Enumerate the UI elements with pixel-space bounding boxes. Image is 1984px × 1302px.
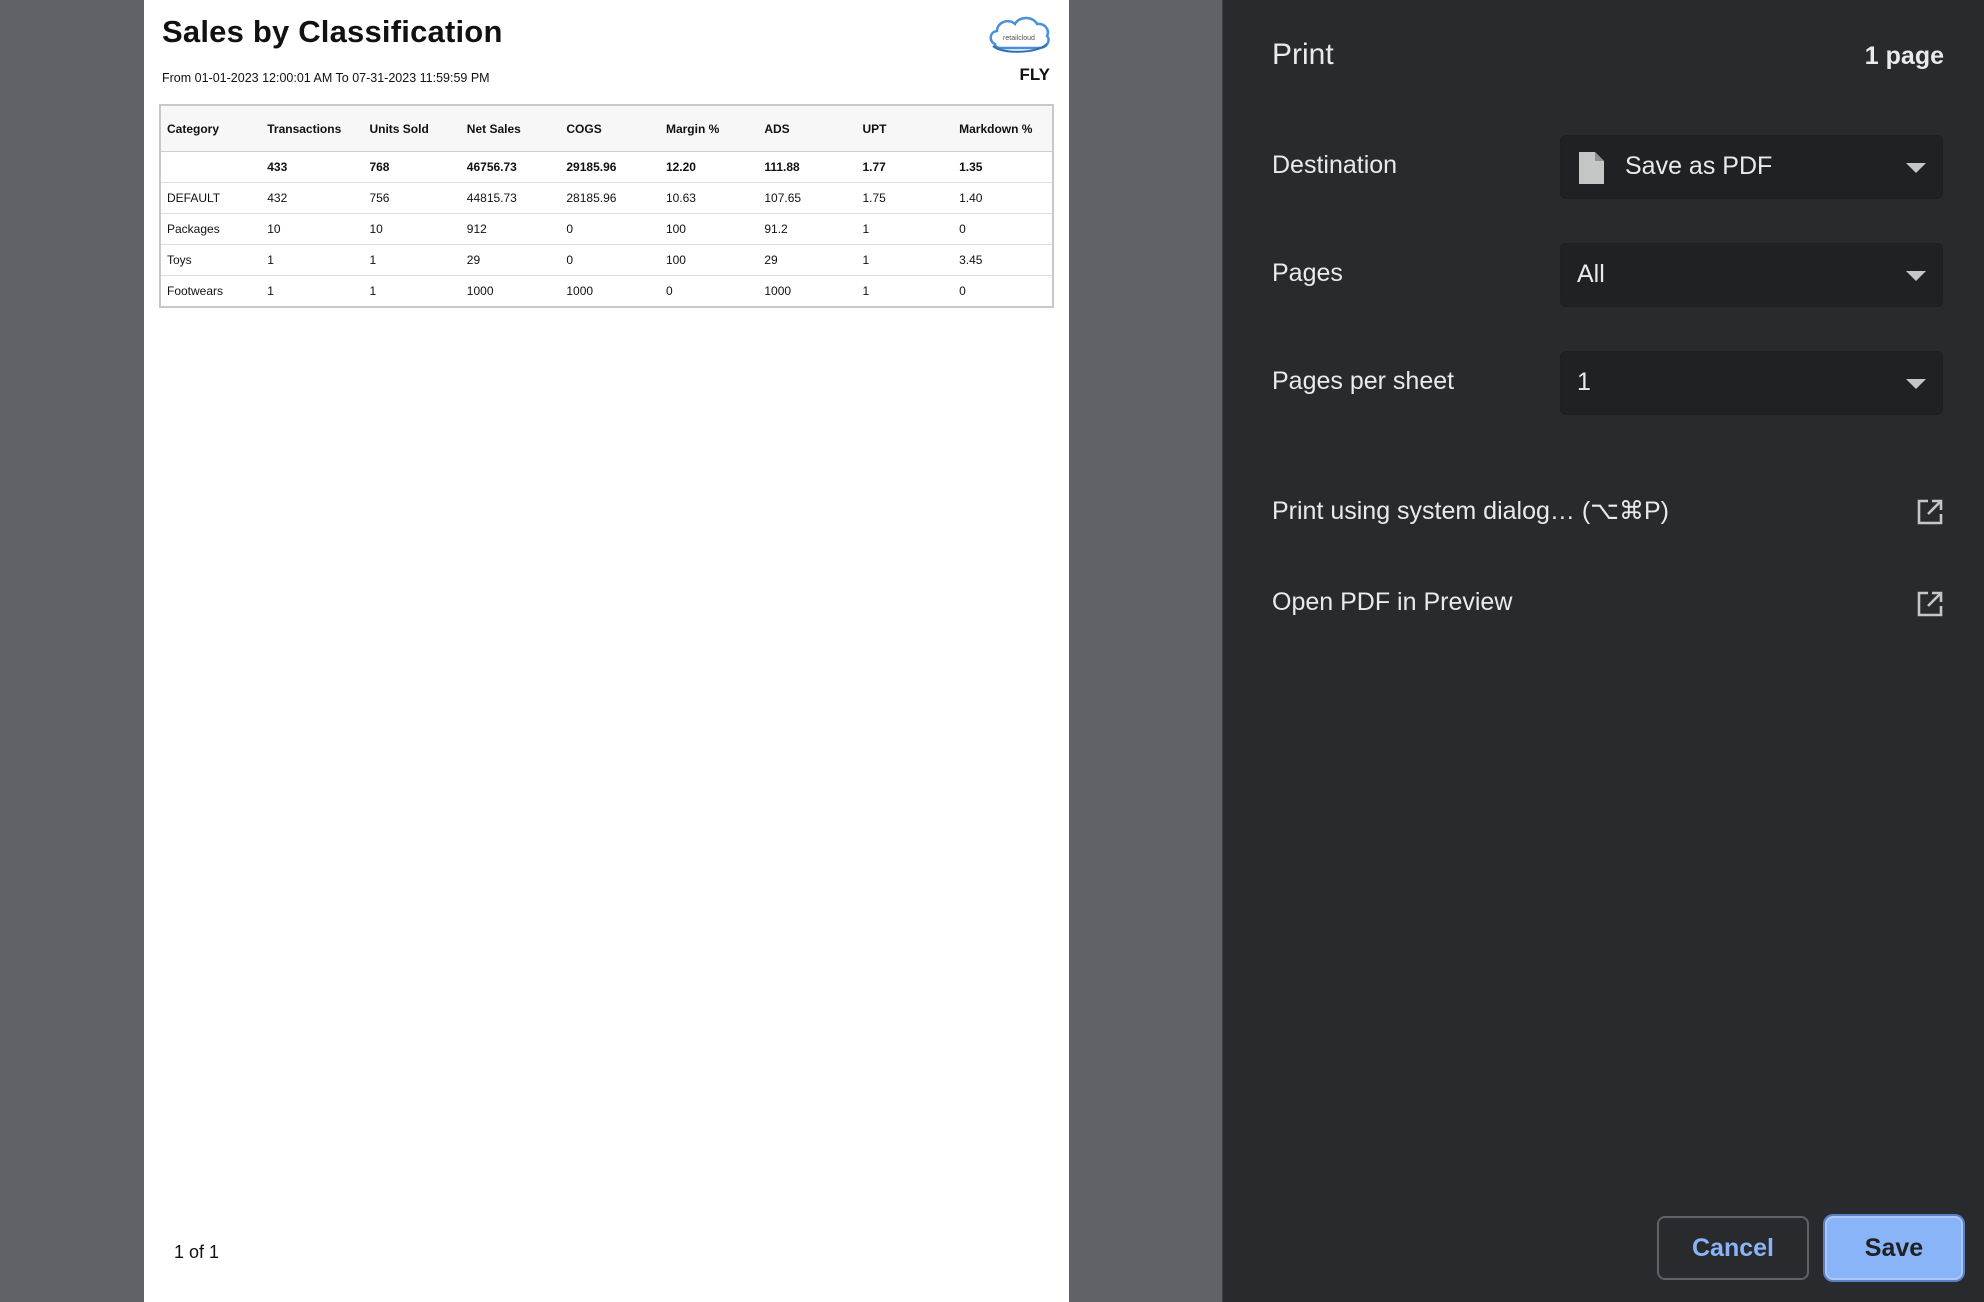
open-pdf-label: Open PDF in Preview	[1272, 588, 1513, 616]
table-cell: 46756.73	[460, 151, 561, 183]
table-cell: 44815.73	[460, 182, 561, 214]
column-header: COGS	[560, 105, 660, 152]
open-pdf-preview-link[interactable]: Open PDF in Preview	[1272, 582, 1944, 626]
store-name: FLY	[1019, 65, 1050, 84]
pages-per-sheet-label: Pages per sheet	[1272, 367, 1455, 395]
table-cell: 433	[261, 151, 364, 183]
table-cell: 12.20	[659, 151, 759, 183]
table-cell: 107.65	[758, 182, 857, 214]
print-preview-area: Sales by Classification From 01-01-2023 …	[0, 0, 1222, 1302]
table-cell: 0	[659, 275, 759, 308]
pages-select[interactable]: All	[1560, 243, 1943, 307]
table-cell: 1	[261, 244, 364, 276]
report-table: Category Transactions Units Sold Net Sales C…	[159, 104, 1054, 308]
table-cell: 29	[460, 244, 561, 276]
table-cell: 1	[261, 275, 364, 308]
table-cell: 1000	[758, 275, 857, 308]
table-cell: 111.88	[758, 151, 857, 183]
table-cell: Toys	[160, 244, 262, 276]
table-cell: 100	[659, 244, 759, 276]
column-header: UPT	[856, 105, 954, 152]
table-cell: 1.75	[856, 182, 954, 214]
table-cell: 28185.96	[560, 182, 660, 214]
chevron-down-icon	[1906, 163, 1926, 173]
column-header: ADS	[758, 105, 857, 152]
table-cell: 0	[953, 213, 1053, 245]
table-cell: 1	[856, 244, 954, 276]
date-to: 07-31-2023 11:59:59 PM	[352, 71, 490, 85]
pages-value: All	[1577, 260, 1605, 288]
system-dialog-link[interactable]: Print using system dialog… (⌥⌘P)	[1272, 490, 1944, 534]
table-cell: 1.35	[953, 151, 1053, 183]
table-cell: 29	[758, 244, 857, 276]
table-row: Footwears 1 1 1000 1000 0 1000 1 0	[160, 275, 1053, 308]
table-cell: 100	[659, 213, 759, 245]
date-from: 01-01-2023 12:00:01 AM	[194, 71, 333, 85]
column-header: Net Sales	[460, 105, 561, 152]
print-settings-panel: Print 1 page Destination Save as PDF Pag…	[1222, 0, 1984, 1302]
chevron-down-icon	[1906, 379, 1926, 389]
column-header: Margin %	[659, 105, 759, 152]
report-date-range: From 01-01-2023 12:00:01 AM To 07-31-202…	[162, 71, 490, 85]
table-cell: 10.63	[659, 182, 759, 214]
pages-per-sheet-select[interactable]: 1	[1560, 351, 1943, 415]
open-external-icon	[1917, 591, 1943, 617]
column-header: Markdown %	[953, 105, 1053, 152]
destination-value: Save as PDF	[1625, 152, 1773, 180]
table-header-row: Category Transactions Units Sold Net Sales C…	[160, 105, 1053, 152]
table-cell: DEFAULT	[160, 182, 262, 214]
table-cell: 432	[261, 182, 364, 214]
page-summary: 1 page	[1864, 42, 1944, 70]
table-cell: 1000	[460, 275, 561, 308]
preview-page: Sales by Classification From 01-01-2023 …	[144, 0, 1069, 1302]
page-number: 1 of 1	[174, 1242, 220, 1262]
table-cell: 91.2	[758, 213, 857, 245]
retailcloud-logo: retailcloud	[989, 16, 1050, 53]
table-cell: 1	[363, 275, 461, 308]
table-cell: 756	[363, 182, 461, 214]
table-row: Packages 10 10 912 0 100 91.2 1 0	[160, 213, 1053, 245]
date-from-prefix: From	[162, 71, 192, 85]
system-dialog-label: Print using system dialog… (⌥⌘P)	[1272, 497, 1669, 525]
table-cell: 768	[363, 151, 461, 183]
column-header: Transactions	[261, 105, 364, 152]
table-cell: 0	[953, 275, 1053, 308]
date-to-prefix: To	[335, 71, 349, 85]
document-icon	[1579, 152, 1604, 184]
table-cell: 1	[856, 275, 954, 308]
column-header: Category	[160, 105, 262, 152]
table-cell: Packages	[160, 213, 262, 245]
table-cell: 1	[363, 244, 461, 276]
table-cell: 1	[856, 213, 954, 245]
table-row: Toys 1 1 29 0 100 29 1 3.45	[160, 244, 1053, 276]
pages-per-sheet-value: 1	[1577, 368, 1591, 396]
table-cell: 0	[560, 244, 660, 276]
table-cell: 3.45	[953, 244, 1053, 276]
table-total-row: 433 768 46756.73 29185.96 12.20 111.88 1.77 1.3…	[160, 151, 1053, 183]
table-row: DEFAULT 432 756 44815.73 28185.96 10.63 107.65…	[160, 182, 1053, 214]
report-title: Sales by Classification	[162, 14, 503, 49]
destination-label: Destination	[1272, 151, 1398, 179]
open-external-icon	[1917, 499, 1943, 525]
logo-text: retailcloud	[1003, 35, 1035, 42]
table-cell: 10	[261, 213, 364, 245]
table-cell: 1000	[560, 275, 660, 308]
column-header: Units Sold	[363, 105, 461, 152]
save-button[interactable]: Save	[1825, 1216, 1963, 1280]
table-cell: 912	[460, 213, 561, 245]
table-cell: 1.77	[856, 151, 954, 183]
destination-select[interactable]: Save as PDF	[1560, 135, 1943, 199]
table-cell: 29185.96	[560, 151, 660, 183]
table-cell: Footwears	[160, 275, 262, 308]
table-cell: 0	[560, 213, 660, 245]
chevron-down-icon	[1906, 271, 1926, 281]
table-cell: 10	[363, 213, 461, 245]
table-cell: 1.40	[953, 182, 1053, 214]
cancel-button[interactable]: Cancel	[1657, 1216, 1809, 1280]
table-cell	[160, 151, 262, 183]
pages-label: Pages	[1272, 259, 1343, 287]
print-title: Print	[1272, 38, 1334, 71]
